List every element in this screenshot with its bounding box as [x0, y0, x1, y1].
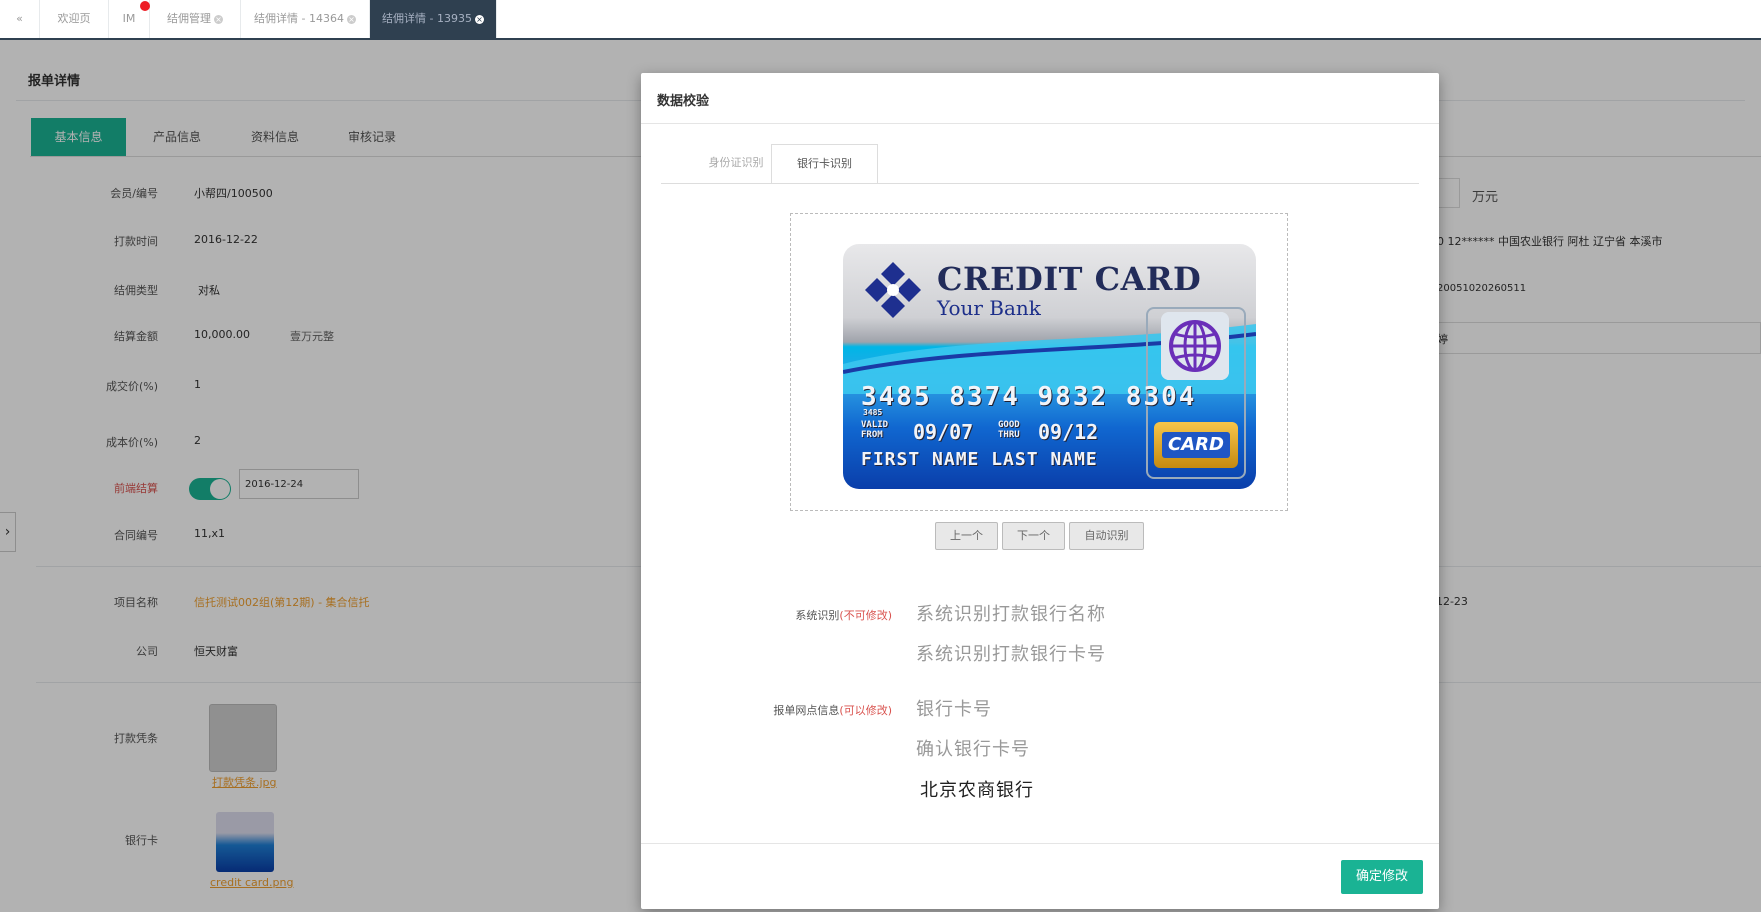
modal-header: 数据校验	[641, 73, 1439, 124]
close-icon[interactable]: ×	[474, 14, 484, 24]
card-good-thru-date: 09/12	[1038, 420, 1099, 444]
card-title: CREDIT CARD	[937, 260, 1202, 298]
card-valid-from-date: 09/07	[913, 420, 974, 444]
confirm-bank-card-number-input[interactable]: 确认银行卡号	[916, 735, 1030, 761]
card-good-thru-label: GOOD THRU	[998, 420, 1020, 440]
close-icon[interactable]: ×	[214, 14, 223, 24]
system-label-text: 系统识别	[795, 609, 840, 622]
branch-label-note: (可以修改)	[839, 704, 892, 717]
system-bank-name-field: 系统识别打款银行名称	[916, 604, 1106, 625]
tab-bar: « 欢迎页 IM 结佣管理 × 结佣详情 - 14364 × 结佣详情 - 1393…	[0, 0, 1761, 40]
system-recognition-label: 系统识别(不可修改)	[741, 607, 892, 623]
card-number: 3485 8374 9832 8304	[861, 382, 1197, 412]
modal-title: 数据校验	[657, 94, 710, 109]
bank-card-number-input[interactable]: 银行卡号	[916, 695, 992, 721]
system-label-note: (不可修改)	[839, 609, 892, 622]
globe-icon	[1161, 312, 1229, 380]
bank-logo-icon	[865, 262, 921, 318]
card-small-number: 3485	[863, 408, 883, 417]
divider	[661, 183, 1419, 184]
tab-label: 结佣详情 - 13935	[382, 12, 472, 25]
next-button[interactable]: 下一个	[1002, 522, 1065, 550]
tab-commission-detail-13935[interactable]: 结佣详情 - 13935 ×	[370, 0, 497, 38]
tab-commission-management[interactable]: 结佣管理 ×	[150, 0, 241, 38]
bank-name-input[interactable]: 北京农商银行	[920, 776, 1034, 802]
tab-label: IM	[122, 12, 136, 25]
card-brand-badge: CARD	[1154, 422, 1238, 468]
branch-info-label: 报单网点信息(可以修改)	[741, 702, 892, 718]
valid-label-line2: FROM	[861, 430, 883, 440]
valid-label-line1: VALID	[861, 420, 889, 430]
tab-welcome[interactable]: 欢迎页	[40, 0, 109, 38]
tabs-scroll-left-button[interactable]: «	[0, 0, 40, 38]
close-icon[interactable]: ×	[346, 14, 356, 24]
system-bank-card-field: 系统识别打款银行卡号	[916, 644, 1106, 665]
tab-label: 欢迎页	[57, 12, 91, 25]
card-bank-name: Your Bank	[937, 296, 1041, 320]
good-label-line1: GOOD	[998, 420, 1020, 430]
card-image-frame: CREDIT CARD Your Bank CARD 3485 8374 983…	[790, 213, 1288, 511]
credit-card-image: CREDIT CARD Your Bank CARD 3485 8374 983…	[843, 244, 1256, 489]
auto-recognize-button[interactable]: 自动识别	[1069, 522, 1144, 550]
previous-button[interactable]: 上一个	[935, 522, 998, 550]
notification-dot-icon	[140, 1, 150, 11]
tab-label: 结佣管理	[167, 12, 211, 25]
branch-label-text: 报单网点信息	[773, 704, 840, 717]
good-label-line2: THRU	[998, 430, 1020, 440]
tab-bank-card-recognition[interactable]: 银行卡识别	[771, 144, 878, 184]
tab-commission-detail-14364[interactable]: 结佣详情 - 14364 ×	[241, 0, 370, 38]
double-chevron-left-icon: «	[16, 12, 23, 25]
card-valid-from-label: VALID FROM	[861, 420, 888, 440]
card-holder-name: FIRST NAME LAST NAME	[861, 449, 1098, 470]
divider	[641, 843, 1439, 844]
card-brand-label: CARD	[1162, 432, 1230, 458]
data-verification-modal: 数据校验 身份证识别 银行卡识别 CREDIT CARD Your Bank C…	[641, 73, 1439, 909]
tab-label: 结佣详情 - 14364	[254, 12, 344, 25]
confirm-modify-button[interactable]: 确定修改	[1341, 860, 1423, 894]
